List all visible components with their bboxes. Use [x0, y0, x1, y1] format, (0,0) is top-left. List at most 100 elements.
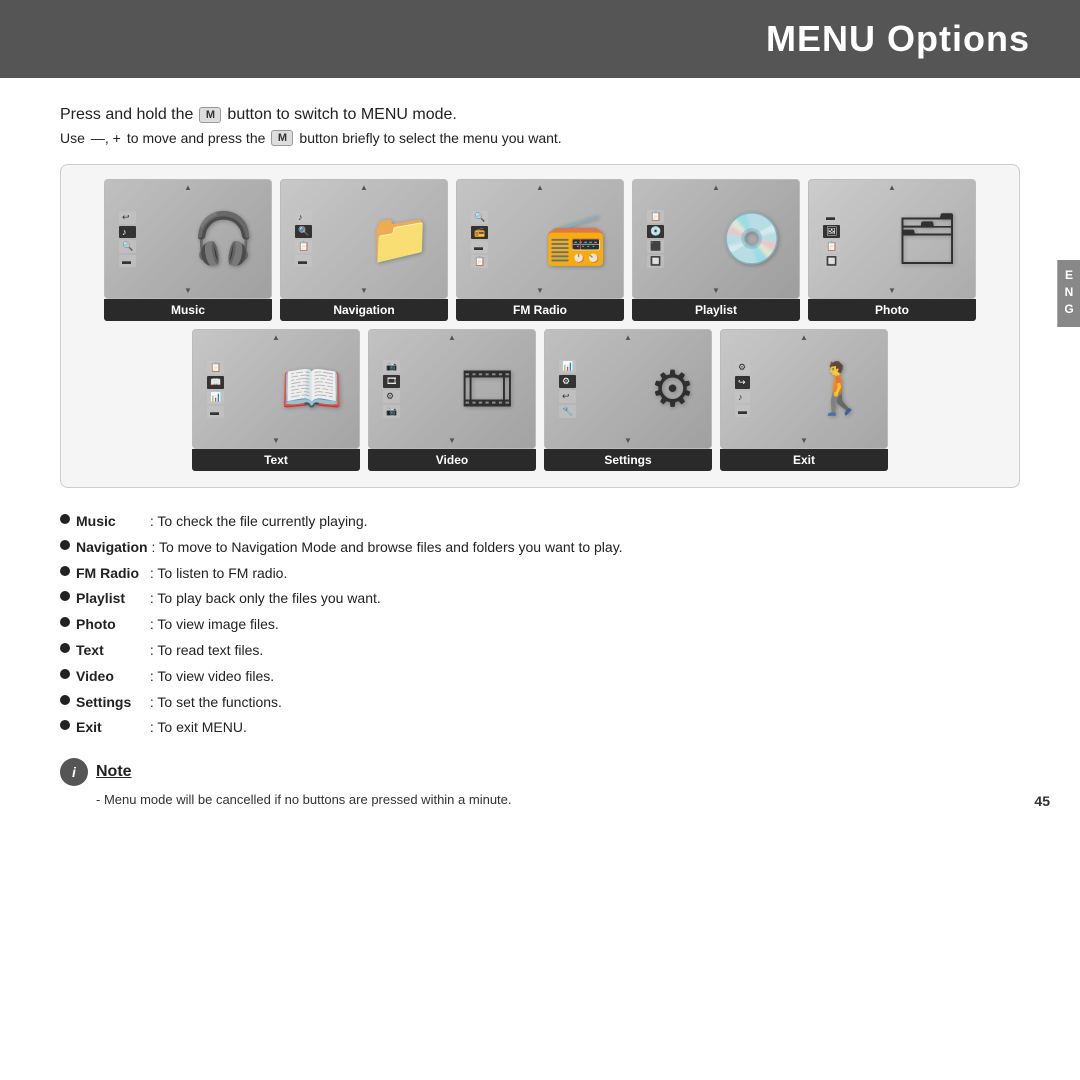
menu-thumb-exit: ▲ ⚙ ↪ ♪ ▬ 🚶 ▼ — [720, 329, 888, 449]
intro-line2-middle: to move and press the — [127, 130, 266, 146]
desc-photo-text: Photo : To view image files. — [76, 613, 279, 637]
intro-text-before: Press and hold the — [60, 106, 193, 124]
music-icon: 🎧 — [193, 210, 255, 269]
desc-fm-radio: FM Radio : To listen to FM radio. — [60, 562, 1020, 586]
music-menu-item-4: ▬ — [119, 255, 136, 267]
desc-text-text: Text : To read text files. — [76, 639, 263, 663]
menu-item-navigation[interactable]: ▲ ♪ 🔍 📋 ▬ 📁 ▼ Navigation — [280, 179, 448, 321]
menu-label-navigation: Navigation — [280, 299, 448, 321]
arrow-bottom-fm: ▼ — [536, 286, 544, 295]
thumb-menu-exit: ⚙ ↪ ♪ ▬ — [735, 361, 750, 417]
note-text: - Menu mode will be cancelled if no butt… — [60, 792, 1020, 807]
menu-item-fm-radio[interactable]: ▲ 🔍 📻 ▬ 📋 📻 ▼ FM Radio — [456, 179, 624, 321]
nav-menu-item-3: 📋 — [295, 240, 312, 253]
m-button-1: M — [199, 107, 221, 123]
menu-thumb-text: ▲ 📋 📖 📊 ▬ 📖 ▼ — [192, 329, 360, 449]
nav-menu-item-2: 🔍 — [295, 225, 312, 238]
menu-label-settings: Settings — [544, 449, 712, 471]
thumb-menu-video: 📷 🎞 ⚙ 📷 — [383, 360, 400, 418]
arrow-bottom-playlist: ▼ — [712, 286, 720, 295]
fm-menu-item-4: 📋 — [471, 255, 488, 268]
video-menu-item-4: 📷 — [383, 405, 400, 418]
menu-item-video[interactable]: ▲ 📷 🎞 ⚙ 📷 🎞 ▼ Video — [368, 329, 536, 471]
menu-item-settings[interactable]: ▲ 📊 ⚙ ↩ 🔧 ⚙ ▼ Settings — [544, 329, 712, 471]
menu-item-playlist[interactable]: ▲ 📋 💿 ⬛ 🔲 💿 ▼ Playlist — [632, 179, 800, 321]
video-menu-item-1: 📷 — [383, 360, 400, 373]
video-menu-item-2: 🎞 — [383, 375, 400, 388]
thumb-menu-fm: 🔍 📻 ▬ 📋 — [471, 211, 488, 268]
music-menu-item-3: 🔍 — [119, 240, 136, 253]
note-icon: i — [60, 758, 88, 786]
menu-thumb-music: ▲ ↩ ♪ 🔍 ▬ 🎧 ▼ — [104, 179, 272, 299]
bullet-settings — [60, 695, 70, 705]
descriptions-list: Music : To check the file currently play… — [60, 510, 1020, 740]
menu-label-video: Video — [368, 449, 536, 471]
intro-text-after: button to switch to MENU mode. — [227, 106, 456, 124]
intro-line1: Press and hold the M button to switch to… — [60, 106, 1020, 124]
note-header: i Note — [60, 758, 1020, 786]
thumb-content-music: ↩ ♪ 🔍 ▬ 🎧 — [111, 184, 265, 294]
thumb-content-playlist: 📋 💿 ⬛ 🔲 💿 — [639, 184, 793, 294]
menu-thumb-playlist: ▲ 📋 💿 ⬛ 🔲 💿 ▼ — [632, 179, 800, 299]
pl-menu-item-1: 📋 — [647, 210, 664, 223]
menu-item-exit[interactable]: ▲ ⚙ ↪ ♪ ▬ 🚶 ▼ Exit — [720, 329, 888, 471]
page-content: Press and hold the M button to switch to… — [0, 78, 1080, 827]
desc-exit: Exit : To exit MENU. — [60, 716, 1020, 740]
exit-icon: 🚶 — [809, 360, 871, 419]
menu-label-exit: Exit — [720, 449, 888, 471]
thumb-menu-nav: ♪ 🔍 📋 ▬ — [295, 211, 312, 267]
fm-menu-item-1: 🔍 — [471, 211, 488, 224]
arrow-bottom-settings: ▼ — [624, 436, 632, 445]
menu-thumb-navigation: ▲ ♪ 🔍 📋 ▬ 📁 ▼ — [280, 179, 448, 299]
arrow-bottom-music: ▼ — [184, 286, 192, 295]
menu-label-music: Music — [104, 299, 272, 321]
thumb-content-settings: 📊 ⚙ ↩ 🔧 ⚙ — [551, 334, 705, 444]
thumb-content-fm: 🔍 📻 ▬ 📋 📻 — [463, 184, 617, 294]
thumb-menu-playlist: 📋 💿 ⬛ 🔲 — [647, 210, 664, 268]
pl-menu-item-2: 💿 — [647, 225, 664, 238]
fm-menu-item-2: 📻 — [471, 226, 488, 239]
menu-thumb-video: ▲ 📷 🎞 ⚙ 📷 🎞 ▼ — [368, 329, 536, 449]
menu-item-music[interactable]: ▲ ↩ ♪ 🔍 ▬ 🎧 ▼ Music — [104, 179, 272, 321]
music-menu-item-2: ♪ — [119, 226, 136, 238]
settings-menu-item-4: 🔧 — [559, 405, 576, 418]
playlist-icon: 💿 — [721, 210, 783, 269]
desc-music: Music : To check the file currently play… — [60, 510, 1020, 534]
music-menu-item-1: ↩ — [119, 211, 136, 224]
settings-menu-item-3: ↩ — [559, 390, 576, 403]
fm-menu-item-3: ▬ — [471, 241, 488, 253]
thumb-content-video: 📷 🎞 ⚙ 📷 🎞 — [375, 334, 529, 444]
desc-video: Video : To view video files. — [60, 665, 1020, 689]
photo-icon: 🗂 — [896, 210, 959, 269]
menu-label-text: Text — [192, 449, 360, 471]
settings-menu-item-1: 📊 — [559, 360, 576, 373]
nav-menu-item-1: ♪ — [295, 211, 312, 223]
page-header: MENU Options — [0, 0, 1080, 78]
bullet-fm — [60, 566, 70, 576]
desc-photo: Photo : To view image files. — [60, 613, 1020, 637]
menu-row-1: ▲ ↩ ♪ 🔍 ▬ 🎧 ▼ Music — [75, 179, 1005, 321]
bullet-photo — [60, 617, 70, 627]
thumb-menu-settings: 📊 ⚙ ↩ 🔧 — [559, 360, 576, 418]
intro-line2-before: Use — [60, 130, 85, 146]
intro-line2: Use —, + to move and press the M button … — [60, 130, 1020, 146]
note-section: i Note - Menu mode will be cancelled if … — [60, 758, 1020, 807]
menu-thumb-fm: ▲ 🔍 📻 ▬ 📋 📻 ▼ — [456, 179, 624, 299]
thumb-content-nav: ♪ 🔍 📋 ▬ 📁 — [287, 184, 441, 294]
desc-playlist: Playlist : To play back only the files y… — [60, 587, 1020, 611]
menu-grid: ▲ ↩ ♪ 🔍 ▬ 🎧 ▼ Music — [60, 164, 1020, 488]
nav-menu-item-4: ▬ — [295, 255, 312, 267]
note-title: Note — [96, 763, 132, 781]
arrow-bottom-text: ▼ — [272, 436, 280, 445]
photo-menu-item-2: 🖼 — [823, 225, 840, 238]
intro-symbols: —, + — [91, 130, 121, 146]
menu-item-text[interactable]: ▲ 📋 📖 📊 ▬ 📖 ▼ Text — [192, 329, 360, 471]
video-icon: 🎞 — [456, 360, 519, 419]
desc-settings-text: Settings : To set the functions. — [76, 691, 282, 715]
arrow-bottom-photo: ▼ — [888, 286, 896, 295]
m-button-2: M — [271, 130, 293, 146]
settings-icon: ⚙ — [650, 360, 695, 418]
text-menu-item-4: ▬ — [207, 406, 224, 418]
intro-line2-after: button briefly to select the menu you wa… — [299, 130, 561, 146]
menu-item-photo[interactable]: ▲ ▬ 🖼 📋 🔲 🗂 ▼ Photo — [808, 179, 976, 321]
